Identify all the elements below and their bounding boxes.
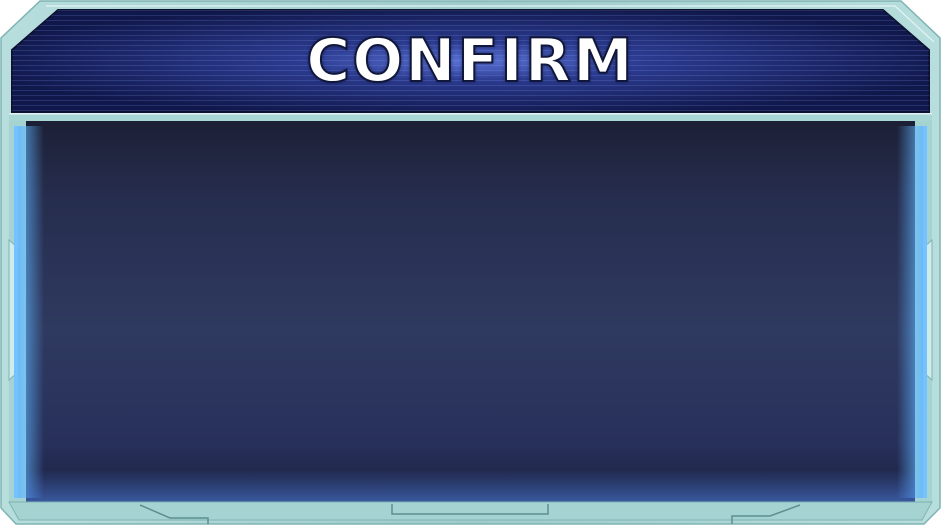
confirm-dialog: CONFIRM: [0, 0, 941, 525]
dialog-content-area: [26, 122, 915, 500]
dialog-title: CONFIRM: [305, 25, 635, 97]
